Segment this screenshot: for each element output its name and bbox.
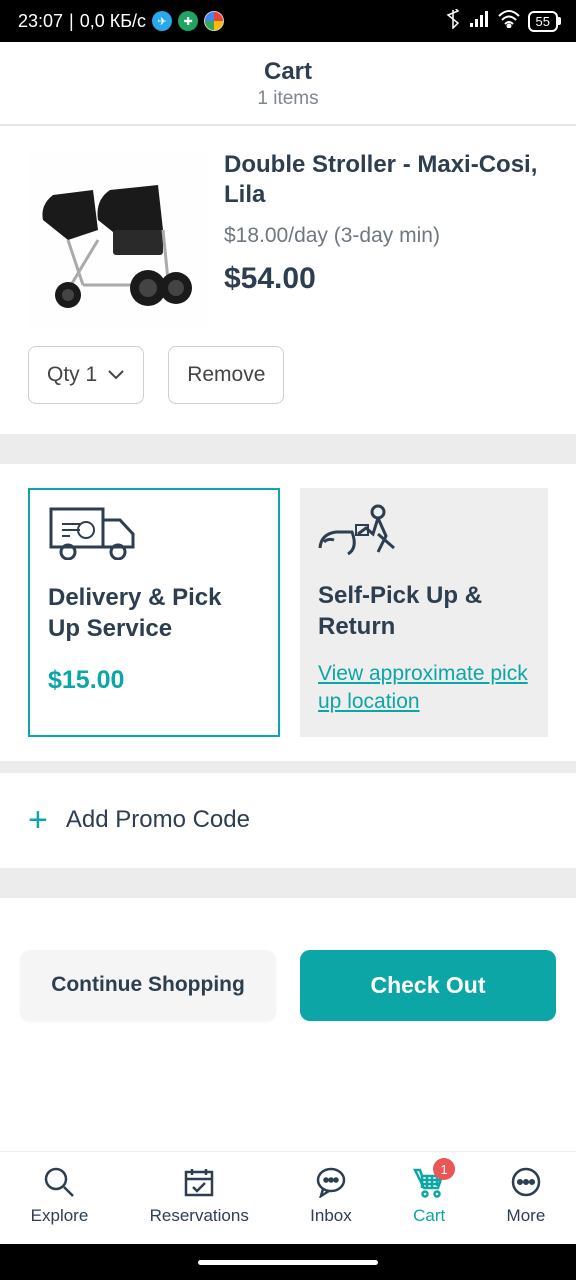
- more-icon: [510, 1166, 542, 1198]
- delivery-option-selfpickup[interactable]: Self-Pick Up & Return View approximate p…: [300, 488, 548, 737]
- google-icon: [204, 11, 224, 31]
- android-nav-handle[interactable]: [0, 1244, 576, 1280]
- cart-icon: 1: [413, 1166, 445, 1198]
- nav-inbox[interactable]: Inbox: [310, 1166, 352, 1226]
- status-time: 23:07: [18, 11, 63, 32]
- calendar-icon: [183, 1166, 215, 1198]
- wifi-icon: [498, 10, 520, 33]
- selfpickup-icon: [318, 504, 530, 558]
- telegram-icon: ✈: [152, 11, 172, 31]
- status-bar: 23:07 | 0,0 КБ/с ✈ ✚ 55: [0, 0, 576, 42]
- plus-icon: +: [28, 801, 48, 840]
- bluetooth-icon: [444, 9, 462, 34]
- status-right: 55: [444, 9, 558, 34]
- continue-shopping-button[interactable]: Continue Shopping: [20, 950, 276, 1021]
- delivery-option-title: Delivery & Pick Up Service: [48, 582, 260, 644]
- shield-icon: ✚: [178, 11, 198, 31]
- promo-label: Add Promo Code: [66, 806, 250, 834]
- nav-explore[interactable]: Explore: [31, 1166, 89, 1226]
- item-total: $54.00: [224, 262, 548, 296]
- delivery-options: Delivery & Pick Up Service $15.00 Self-P…: [0, 464, 576, 761]
- chevron-down-icon: [107, 363, 125, 387]
- pickup-location-link[interactable]: View approximate pick up location: [318, 660, 530, 715]
- remove-button[interactable]: Remove: [168, 346, 284, 404]
- signal-icon: [470, 11, 490, 32]
- delivery-option-service[interactable]: Delivery & Pick Up Service $15.00: [28, 488, 280, 737]
- chat-icon: [315, 1166, 347, 1198]
- delivery-option-title: Self-Pick Up & Return: [318, 580, 530, 642]
- product-image[interactable]: [28, 150, 208, 330]
- checkout-actions: Continue Shopping Check Out: [0, 898, 576, 1041]
- nav-cart[interactable]: 1 Cart: [413, 1166, 445, 1226]
- search-icon: [43, 1166, 75, 1198]
- divider: [0, 868, 576, 898]
- status-net-speed: 0,0 КБ/с: [80, 11, 146, 32]
- item-name: Double Stroller - Maxi-Cosi, Lila: [224, 150, 548, 210]
- add-promo-button[interactable]: + Add Promo Code: [0, 773, 576, 868]
- cart-content[interactable]: Double Stroller - Maxi-Cosi, Lila $18.00…: [0, 126, 576, 1151]
- quantity-selector[interactable]: Qty 1: [28, 346, 144, 404]
- page-title: Cart: [0, 58, 576, 86]
- item-actions: Qty 1 Remove: [0, 330, 576, 434]
- item-info: Double Stroller - Maxi-Cosi, Lila $18.00…: [224, 150, 548, 330]
- battery-icon: 55: [528, 11, 558, 32]
- delivery-option-price: $15.00: [48, 666, 260, 695]
- checkout-button[interactable]: Check Out: [300, 950, 556, 1021]
- divider: [0, 434, 576, 464]
- cart-badge: 1: [433, 1158, 455, 1180]
- item-rate: $18.00/day (3-day min): [224, 224, 548, 248]
- truck-icon: [48, 506, 260, 560]
- bottom-nav: Explore Reservations Inbox 1 Cart Mo: [0, 1151, 576, 1244]
- page-subtitle: 1 items: [0, 88, 576, 110]
- divider: [0, 761, 576, 773]
- app-container: Cart 1 items: [0, 42, 576, 1244]
- nav-reservations[interactable]: Reservations: [150, 1166, 249, 1226]
- status-left: 23:07 | 0,0 КБ/с ✈ ✚: [18, 11, 224, 32]
- cart-item: Double Stroller - Maxi-Cosi, Lila $18.00…: [0, 126, 576, 330]
- quantity-label: Qty 1: [47, 363, 97, 387]
- cart-header: Cart 1 items: [0, 42, 576, 126]
- nav-more[interactable]: More: [507, 1166, 546, 1226]
